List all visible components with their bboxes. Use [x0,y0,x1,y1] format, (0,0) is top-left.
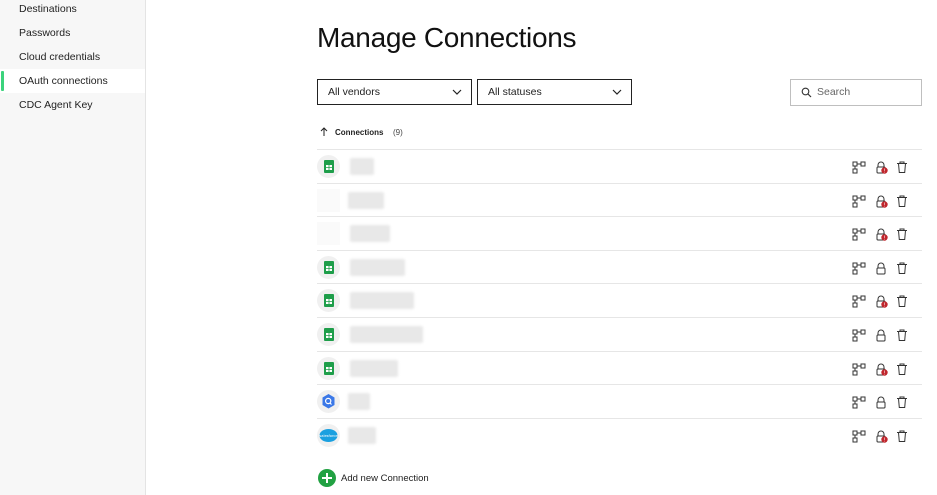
svg-text:!: ! [883,437,885,443]
salesforce-icon: salesforce [317,423,340,447]
row-actions: ! [852,194,912,208]
google-cloud-icon [317,390,340,414]
plus-icon [318,469,336,487]
row-actions [852,395,912,409]
page-title: Manage Connections [317,22,577,53]
connections-graph-icon[interactable] [852,328,866,342]
trash-icon[interactable] [895,261,909,275]
row-actions [852,328,912,342]
connection-row[interactable]: ! [317,149,922,182]
svg-text:!: ! [883,168,885,174]
google-sheets-icon [317,356,340,380]
trash-icon[interactable] [895,294,909,308]
search-icon [801,87,812,98]
sidebar-item-cdc-agent-key[interactable]: CDC Agent Key [0,93,145,117]
connection-name-redacted [350,225,390,243]
sidebar-item-passwords[interactable]: Passwords [0,21,145,45]
connection-row[interactable] [317,249,922,283]
connections-graph-icon[interactable] [852,227,866,241]
trash-icon[interactable] [895,328,909,342]
chevron-down-icon [452,89,462,95]
sort-ascending-icon[interactable] [320,127,328,137]
connection-name-redacted [350,326,423,343]
row-actions: ! [852,362,912,376]
svg-text:!: ! [883,202,885,208]
search-input[interactable]: Search [790,79,922,106]
connection-name-redacted [348,393,370,411]
svg-text:!: ! [883,235,885,241]
unknown-vendor-icon [317,188,340,212]
google-sheets-icon [317,255,340,279]
google-sheets-icon [317,323,340,346]
connection-name-redacted [350,158,374,175]
status-filter-label: All statuses [488,86,542,98]
connections-graph-icon[interactable] [852,160,866,174]
lock-alert-icon[interactable]: ! [874,227,888,241]
connections-graph-icon[interactable] [852,429,866,443]
list-header-label: Connections [335,128,384,137]
connection-name-redacted [350,292,414,310]
vendor-filter-label: All vendors [328,86,380,98]
svg-text:!: ! [883,303,885,309]
sidebar: Destinations Passwords Cloud credentials… [0,0,146,495]
connections-graph-icon[interactable] [852,261,866,275]
row-actions [852,261,912,275]
unknown-vendor-icon [317,222,340,246]
svg-text:salesforce: salesforce [319,434,338,438]
connection-row[interactable] [317,384,922,417]
connections-graph-icon[interactable] [852,395,866,409]
connections-graph-icon[interactable] [852,194,866,208]
connection-name-redacted [348,191,384,209]
trash-icon[interactable] [895,429,909,443]
row-actions: ! [852,160,912,174]
sidebar-item-oauth-connections[interactable]: OAuth connections [0,69,145,93]
connection-row[interactable]: ! [317,350,922,384]
sidebar-item-cloud-credentials[interactable]: Cloud credentials [0,45,145,69]
lock-alert-icon[interactable]: ! [874,160,888,174]
connection-row[interactable]: salesforce! [317,417,922,451]
lock-alert-icon[interactable] [874,395,888,409]
connection-name-redacted [348,426,376,444]
row-actions: ! [852,227,912,241]
google-sheets-icon [317,289,340,313]
trash-icon[interactable] [895,227,909,241]
svg-text:!: ! [883,370,885,376]
lock-alert-icon[interactable]: ! [874,194,888,208]
lock-alert-icon[interactable] [874,328,888,342]
search-placeholder: Search [817,86,851,98]
connection-name-redacted [350,258,405,276]
row-actions: ! [852,294,912,308]
lock-alert-icon[interactable] [874,261,888,275]
lock-alert-icon[interactable]: ! [874,362,888,376]
status-filter-dropdown[interactable]: All statuses [477,79,632,105]
vendor-filter-dropdown[interactable]: All vendors [317,79,472,105]
lock-alert-icon[interactable]: ! [874,429,888,443]
list-count: (9) [393,128,403,137]
trash-icon[interactable] [895,395,909,409]
connection-row[interactable]: ! [317,216,922,249]
google-sheets-icon [317,155,340,178]
connection-name-redacted [350,359,398,377]
sidebar-item-destinations[interactable]: Destinations [0,0,145,21]
connection-row[interactable] [317,317,922,350]
trash-icon[interactable] [895,160,909,174]
add-connection-label: Add new Connection [341,473,429,484]
connections-graph-icon[interactable] [852,294,866,308]
chevron-down-icon [612,89,622,95]
lock-alert-icon[interactable]: ! [874,294,888,308]
connection-row[interactable]: ! [317,283,922,316]
trash-icon[interactable] [895,194,909,208]
connection-row[interactable]: ! [317,182,922,216]
row-actions: ! [852,429,912,443]
connections-graph-icon[interactable] [852,362,866,376]
trash-icon[interactable] [895,362,909,376]
